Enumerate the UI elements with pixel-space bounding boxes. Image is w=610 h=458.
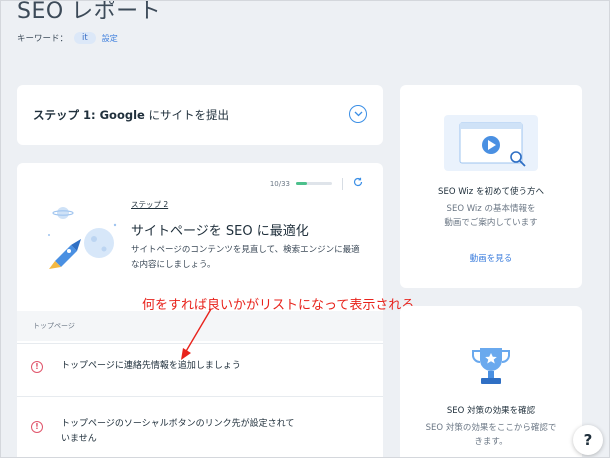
list-item[interactable]: ! トップページのソーシャルボタンのリンク先が設定されていません	[17, 396, 383, 457]
step1-brand: Google	[99, 108, 145, 122]
page-title: SEO レポート	[17, 0, 162, 24]
annotation-arrow-icon	[181, 308, 212, 360]
keyword-settings-link[interactable]: 設定	[102, 33, 118, 44]
alert-icon: !	[31, 361, 43, 373]
card-title: SEO Wiz を初めて使う方へ	[438, 187, 544, 197]
keyword-chip[interactable]: it	[74, 32, 96, 44]
step2-title: サイトページを SEO に最適化	[131, 224, 309, 239]
app-frame: SEO レポート キーワード： it 設定 ステップ 1: Google にサイ…	[0, 0, 610, 458]
keyword-label: キーワード：	[17, 34, 69, 44]
card-description-line: SEO Wiz の基本情報を	[446, 204, 536, 214]
card-description-line: 動画でご案内しています	[444, 218, 538, 228]
progress-bar	[296, 182, 332, 185]
step1-card[interactable]: ステップ 1: Google にサイトを提出	[17, 85, 383, 145]
watch-video-link[interactable]: 動画を見る	[400, 252, 582, 264]
refresh-icon[interactable]	[353, 177, 363, 190]
chevron-down-icon[interactable]	[349, 105, 367, 123]
step1-prefix: ステップ 1:	[33, 108, 100, 122]
video-icon	[444, 115, 538, 171]
alert-icon: !	[31, 421, 43, 433]
progress-text: 10/33	[269, 179, 290, 188]
step1-title: ステップ 1: Google にサイトを提出	[33, 107, 229, 123]
section-label: トップページ	[33, 322, 75, 330]
step2-description: サイトページのコンテンツを見直して、検索エンジンに最適な内容にしましょう。	[131, 245, 360, 270]
seo-results-card: SEO 対策の効果を確認 SEO 対策の効果をここから確認で きます。	[400, 306, 582, 457]
list-item-text: トップページのソーシャルボタンのリンク先が設定されていません	[61, 419, 295, 444]
trophy-icon	[472, 348, 510, 384]
help-icon[interactable]: ?	[573, 425, 603, 455]
step-label: ステップ 2	[131, 200, 169, 209]
card-title: SEO 対策の効果を確認	[446, 406, 536, 416]
card-description-line: きます。	[474, 437, 508, 447]
progress-indicator: 10/33	[270, 177, 363, 190]
card-description-line: SEO 対策の効果をここから確認で	[425, 423, 557, 433]
intro-video-card: SEO Wiz を初めて使う方へ SEO Wiz の基本情報を 動画でご案内して…	[400, 85, 582, 288]
keyword-row: キーワード： it 設定	[17, 31, 118, 45]
progress-bar-fill	[296, 182, 307, 185]
step1-suffix: にサイトを提出	[144, 108, 229, 122]
divider	[342, 177, 343, 190]
rocket-icon	[48, 207, 117, 269]
